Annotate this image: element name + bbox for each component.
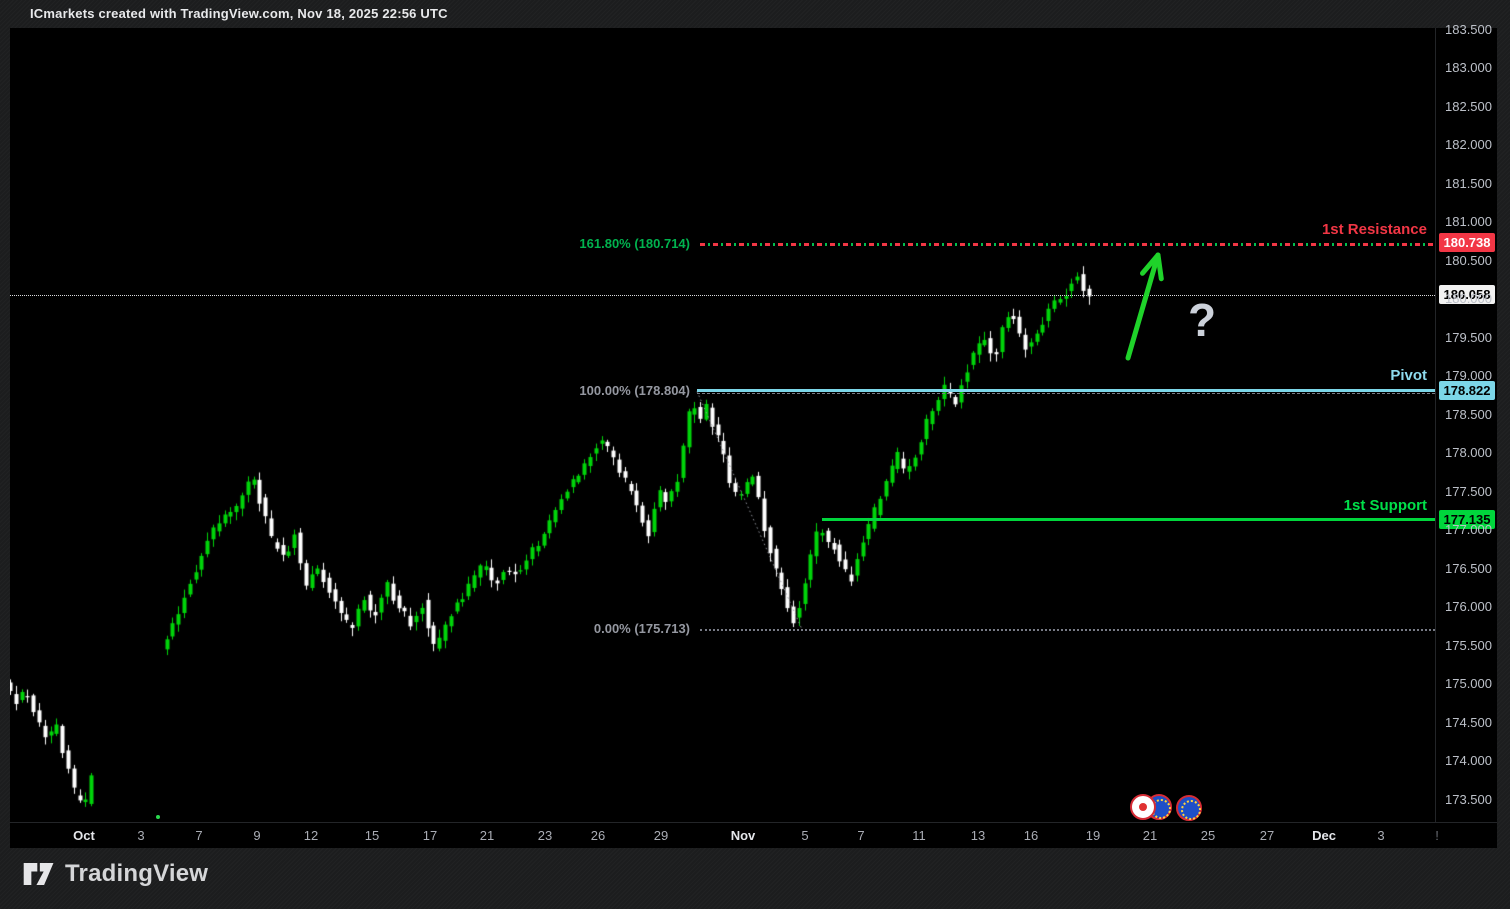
price-tick-label: 183.000	[1445, 60, 1492, 75]
current-price-line	[10, 295, 1435, 296]
price-tick-label: 182.500	[1445, 99, 1492, 114]
price-tick-label: 174.500	[1445, 715, 1492, 730]
time-tick-label: 7	[857, 828, 864, 843]
question-mark-annotation[interactable]: ?	[1188, 293, 1216, 347]
pivot-label: Pivot	[1390, 367, 1427, 384]
fib-100-line[interactable]	[697, 393, 1435, 394]
price-tick-label: 178.000	[1445, 445, 1492, 460]
time-tick-label: 19	[1086, 828, 1100, 843]
time-tick-label: 12	[304, 828, 318, 843]
price-tick-label: 180.000	[1445, 291, 1492, 306]
time-tick-label: !	[1435, 828, 1439, 843]
time-tick-label: 16	[1024, 828, 1038, 843]
time-tick-label: 3	[1377, 828, 1384, 843]
tradingview-brand-text: TradingView	[65, 860, 208, 888]
resistance-label: 1st Resistance	[1322, 221, 1427, 238]
tradingview-snapshot: ICmarkets created with TradingView.com, …	[0, 0, 1510, 909]
tradingview-watermark[interactable]: TradingView	[22, 860, 208, 888]
chart-panel: 1st Resistance Pivot 1st Support 161.80%…	[10, 28, 1497, 848]
time-tick-label: 3	[137, 828, 144, 843]
time-tick-label: 9	[253, 828, 260, 843]
time-tick-label: 11	[912, 828, 926, 843]
fib-0-label: 0.00% (175.713)	[594, 621, 690, 636]
time-tick-label: 27	[1260, 828, 1274, 843]
snapshot-header: ICmarkets created with TradingView.com, …	[0, 0, 1510, 28]
price-tick-label: 178.500	[1445, 407, 1492, 422]
time-tick-label: 21	[480, 828, 494, 843]
price-axis[interactable]: 180.738 180.058 178.822 177.135 183.5001…	[1435, 28, 1498, 822]
event-dot	[156, 815, 160, 819]
time-tick-label: 25	[1201, 828, 1215, 843]
time-axis[interactable]: Oct 3 7 9 12 15 17 21 23 26 29 Nov 5 7 11 13 16 19 21 25 27 D…	[10, 822, 1497, 849]
tradingview-logo-icon	[22, 860, 56, 888]
fib-161-label: 161.80% (180.714)	[579, 236, 690, 251]
price-tick-label: 176.500	[1445, 561, 1492, 576]
price-tick-label: 183.500	[1445, 22, 1492, 37]
time-tick-label: 15	[365, 828, 379, 843]
candlestick-canvas[interactable]	[10, 28, 1435, 822]
resistance-line[interactable]	[700, 243, 1435, 246]
time-tick-label: 21	[1143, 828, 1157, 843]
resistance-price-badge: 180.738	[1439, 233, 1495, 252]
price-tick-label: 177.500	[1445, 484, 1492, 499]
time-tick-label: 5	[801, 828, 808, 843]
price-tick-label: 179.000	[1445, 368, 1492, 383]
time-tick-label: Dec	[1312, 828, 1336, 843]
time-tick-label: Oct	[73, 828, 95, 843]
snapshot-title: ICmarkets created with TradingView.com, …	[30, 0, 448, 28]
support-label: 1st Support	[1344, 497, 1427, 514]
pivot-line[interactable]	[697, 389, 1435, 392]
price-tick-label: 175.000	[1445, 676, 1492, 691]
time-tick-label: 17	[423, 828, 437, 843]
time-tick-label: 26	[591, 828, 605, 843]
pivot-price-badge: 178.822	[1439, 381, 1495, 400]
time-tick-label: 29	[654, 828, 668, 843]
price-pane[interactable]: 1st Resistance Pivot 1st Support 161.80%…	[10, 28, 1435, 822]
price-tick-label: 176.000	[1445, 599, 1492, 614]
price-tick-label: 173.500	[1445, 792, 1492, 807]
fib-0-line[interactable]	[700, 629, 1435, 631]
time-tick-label: 13	[971, 828, 985, 843]
price-tick-label: 174.000	[1445, 753, 1492, 768]
price-tick-label: 179.500	[1445, 330, 1492, 345]
price-tick-label: 182.000	[1445, 137, 1492, 152]
support-line[interactable]	[822, 518, 1435, 521]
price-tick-label: 181.500	[1445, 176, 1492, 191]
price-tick-label: 177.000	[1445, 522, 1492, 537]
time-tick-label: Nov	[731, 828, 756, 843]
fib-100-label: 100.00% (178.804)	[579, 383, 690, 398]
price-tick-label: 181.000	[1445, 214, 1492, 229]
up-arrow-drawing[interactable]	[1110, 243, 1180, 373]
time-tick-label: 23	[538, 828, 552, 843]
japan-flag-icon[interactable]	[1130, 794, 1156, 820]
time-tick-label: 7	[195, 828, 202, 843]
price-tick-label: 175.500	[1445, 638, 1492, 653]
price-tick-label: 180.500	[1445, 253, 1492, 268]
eu-flag-icon-2[interactable]	[1176, 795, 1202, 821]
